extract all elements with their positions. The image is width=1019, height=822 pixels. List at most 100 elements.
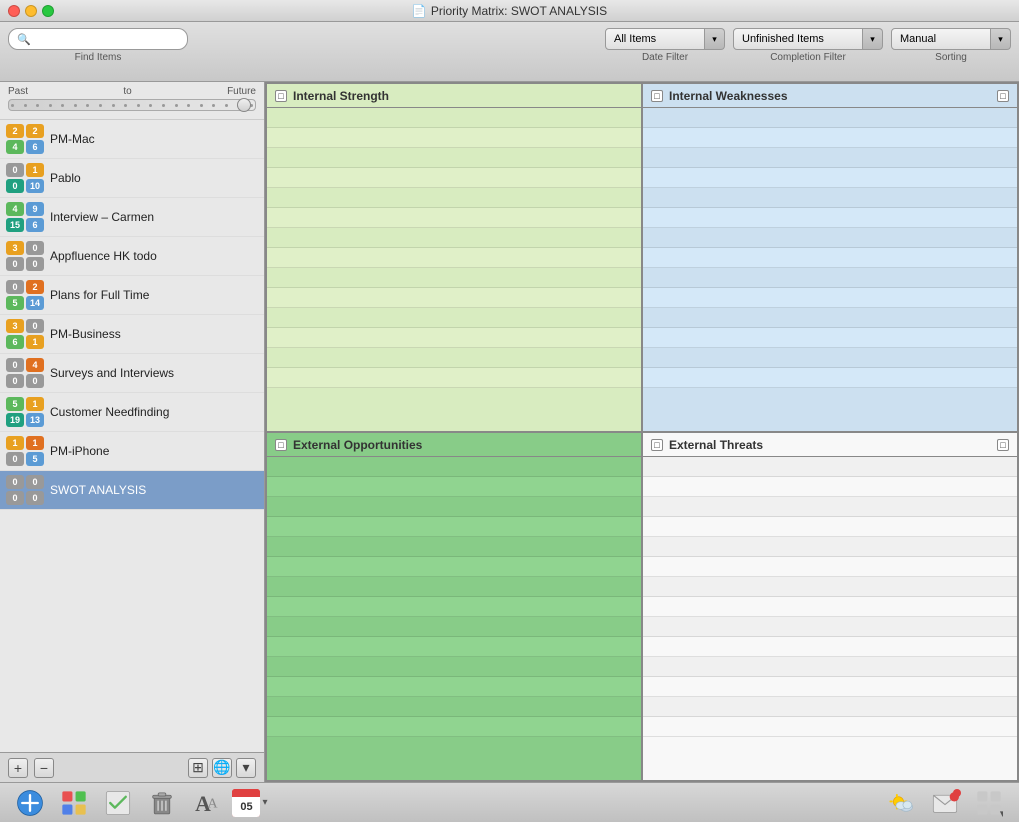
strength-body[interactable] [267,108,641,431]
close-button[interactable] [8,5,20,17]
matrix-row[interactable] [267,597,641,617]
strength-expand-button[interactable]: □ [275,90,287,102]
matrix-row[interactable] [267,577,641,597]
matrix-row[interactable] [643,677,1017,697]
matrix-row[interactable] [267,128,641,148]
matrix-row[interactable] [643,557,1017,577]
matrix-row[interactable] [643,128,1017,148]
matrix-row[interactable] [267,228,641,248]
matrix-row[interactable] [267,537,641,557]
project-list-item[interactable]: 2 2 4 6 PM-Mac [0,120,264,159]
items-dropdown-arrow[interactable]: ▾ [705,28,725,50]
search-box[interactable]: 🔍 [8,28,188,50]
matrix-row[interactable] [267,637,641,657]
matrix-row[interactable] [267,208,641,228]
matrix-row[interactable] [267,557,641,577]
matrix-row[interactable] [643,717,1017,737]
matrix-row[interactable] [267,268,641,288]
time-slider-track[interactable] [8,99,256,111]
project-list-item[interactable]: 0 1 0 10 Pablo [0,159,264,198]
font-button[interactable]: A A [188,787,224,819]
more-apps-button[interactable]: ▾ [971,787,1007,819]
opportunity-expand-button[interactable]: □ [275,439,287,451]
sorting-dropdown-arrow[interactable]: ▾ [991,28,1011,50]
matrix-row[interactable] [643,108,1017,128]
matrix-row[interactable] [267,148,641,168]
matrix-row[interactable] [267,517,641,537]
matrix-row[interactable] [267,328,641,348]
matrix-row[interactable] [267,348,641,368]
matrix-row[interactable] [267,497,641,517]
threat-expand-button[interactable]: □ [651,439,663,451]
completion-dropdown[interactable]: Unfinished Items [733,28,863,50]
matrix-row[interactable] [267,657,641,677]
matrix-row[interactable] [643,148,1017,168]
project-list-item[interactable]: 4 9 15 6 Interview – Carmen [0,198,264,237]
delete-button[interactable] [144,787,180,819]
add-item-button[interactable] [12,787,48,819]
completion-dropdown-row[interactable]: Unfinished Items ▾ [733,28,883,50]
matrix-row[interactable] [643,228,1017,248]
matrix-row[interactable] [267,457,641,477]
matrix-row[interactable] [643,348,1017,368]
weather-button[interactable] [883,787,919,819]
threat-collapse-button[interactable]: □ [997,439,1009,451]
matrix-row[interactable] [643,637,1017,657]
matrix-row[interactable] [267,717,641,737]
tasks-button[interactable] [100,787,136,819]
sorting-dropdown[interactable]: Manual [891,28,991,50]
weakness-expand-button[interactable]: □ [651,90,663,102]
matrix-row[interactable] [643,577,1017,597]
maximize-button[interactable] [42,5,54,17]
matrix-row[interactable] [643,368,1017,388]
calendar-dropdown-arrow[interactable]: ▾ [262,797,267,808]
matrix-row[interactable] [267,697,641,717]
project-list-item[interactable]: 0 4 0 0 Surveys and Interviews [0,354,264,393]
slider-handle[interactable] [237,98,251,112]
matrix-row[interactable] [643,617,1017,637]
completion-dropdown-arrow[interactable]: ▾ [863,28,883,50]
mail-button[interactable] [927,787,963,819]
weakness-body[interactable] [643,108,1017,431]
globe-button[interactable]: 🌐 [212,758,232,778]
more-options-button[interactable]: ▾ [236,758,256,778]
matrix-row[interactable] [267,617,641,637]
matrix-row[interactable] [267,308,641,328]
add-project-button[interactable]: + [8,758,28,778]
remove-project-button[interactable]: − [34,758,54,778]
minimize-button[interactable] [25,5,37,17]
matrix-row[interactable] [643,517,1017,537]
grid-view-button[interactable] [56,787,92,819]
matrix-row[interactable] [267,288,641,308]
matrix-row[interactable] [643,288,1017,308]
matrix-row[interactable] [643,657,1017,677]
items-dropdown-row[interactable]: All Items ▾ [605,28,725,50]
matrix-row[interactable] [643,537,1017,557]
matrix-row[interactable] [267,108,641,128]
project-list-item[interactable]: 1 1 0 5 PM-iPhone [0,432,264,471]
weakness-collapse-button[interactable]: □ [997,90,1009,102]
matrix-row[interactable] [267,677,641,697]
matrix-row[interactable] [267,477,641,497]
matrix-row[interactable] [643,248,1017,268]
search-input[interactable] [35,33,179,45]
matrix-row[interactable] [643,497,1017,517]
project-list-item[interactable]: 0 0 0 0 SWOT ANALYSIS [0,471,264,510]
opportunity-body[interactable] [267,457,641,780]
matrix-row[interactable] [643,188,1017,208]
matrix-row[interactable] [643,457,1017,477]
matrix-row[interactable] [643,168,1017,188]
matrix-row[interactable] [643,268,1017,288]
calendar-button[interactable]: 05 ▾ [232,787,268,819]
matrix-row[interactable] [643,477,1017,497]
matrix-row[interactable] [267,368,641,388]
view-toggle-button[interactable]: ⊞ [188,758,208,778]
matrix-row[interactable] [643,697,1017,717]
project-list-item[interactable]: 3 0 6 1 PM-Business [0,315,264,354]
project-list-item[interactable]: 3 0 0 0 Appfluence HK todo [0,237,264,276]
matrix-row[interactable] [267,168,641,188]
threat-body[interactable] [643,457,1017,780]
matrix-row[interactable] [267,188,641,208]
matrix-row[interactable] [643,328,1017,348]
project-list-item[interactable]: 5 1 19 13 Customer Needfinding [0,393,264,432]
